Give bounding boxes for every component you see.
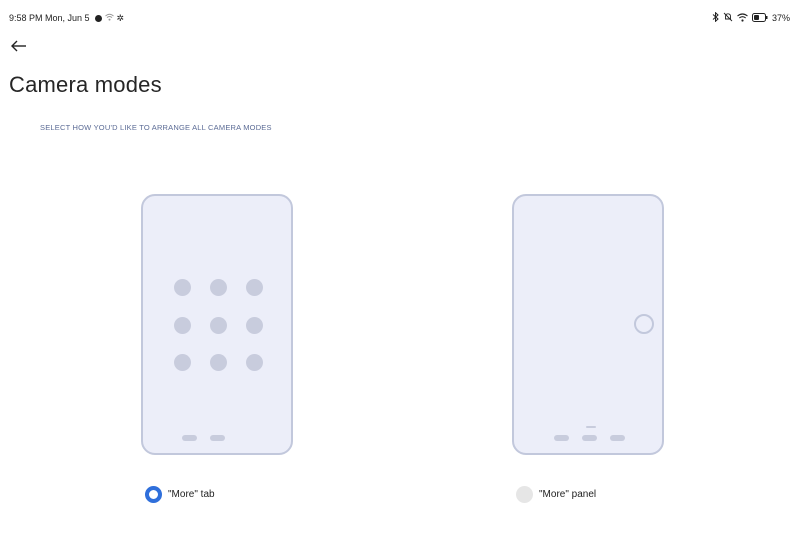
active-mode-indicator [586, 426, 596, 428]
bluetooth-icon [712, 11, 719, 24]
mode-tab-pill [182, 435, 197, 441]
option-more-panel[interactable]: "More" panel [516, 486, 596, 503]
more-panel-preview[interactable] [512, 194, 664, 455]
option-more-tab-label: "More" tab [168, 489, 215, 500]
mode-tab-pill [582, 435, 597, 441]
wifi-calling-icon [104, 13, 114, 23]
mode-dot [174, 354, 191, 371]
status-bar: 9:58 PM Mon, Jun 5 ✲ 37% [0, 0, 798, 34]
mode-dot [246, 279, 263, 296]
back-arrow-icon [11, 40, 26, 52]
back-button[interactable] [8, 36, 30, 56]
mode-dot [246, 317, 263, 334]
mode-dot [210, 354, 227, 371]
wifi-icon [737, 12, 748, 24]
battery-icon [751, 12, 768, 24]
more-tab-preview[interactable] [141, 194, 293, 455]
settings-gear-icon: ✲ [116, 12, 125, 23]
mode-tab-pill [554, 435, 569, 441]
mode-tab-pill [210, 435, 225, 441]
record-dot-icon [94, 14, 102, 22]
page-subtitle: SELECT HOW YOU'D LIKE TO ARRANGE ALL CAM… [40, 123, 272, 132]
status-left: 9:58 PM Mon, Jun 5 ✲ [9, 13, 124, 23]
option-more-tab[interactable]: "More" tab [145, 486, 215, 503]
battery-percent: 37% [771, 13, 790, 23]
radio-more-tab[interactable] [145, 486, 162, 503]
mode-tab-pill [610, 435, 625, 441]
mode-dot [210, 317, 227, 334]
status-time-date: 9:58 PM Mon, Jun 5 [9, 13, 90, 23]
radio-more-panel[interactable] [516, 486, 533, 503]
mode-dot [246, 354, 263, 371]
mode-dot [174, 279, 191, 296]
mute-bell-icon [723, 12, 733, 24]
option-more-panel-label: "More" panel [539, 489, 597, 500]
page-title: Camera modes [9, 72, 162, 97]
mode-dot [174, 317, 191, 334]
mode-dot [210, 279, 227, 296]
shutter-button-icon [634, 314, 654, 334]
status-right: 37% [712, 11, 790, 24]
